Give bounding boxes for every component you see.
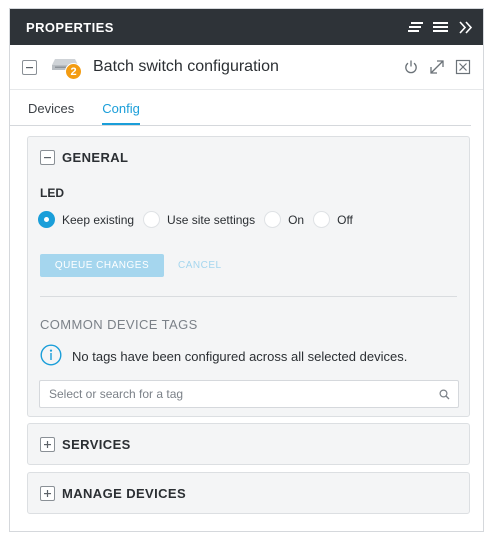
radio-label-on: On	[288, 212, 305, 227]
tags-info-text: No tags have been configured across all …	[72, 349, 408, 364]
search-icon	[439, 389, 450, 400]
queue-changes-button[interactable]: QUEUE CHANGES	[40, 254, 164, 277]
services-header[interactable]: SERVICES	[28, 424, 469, 464]
device-title: Batch switch configuration	[93, 58, 279, 75]
info-icon	[40, 344, 62, 369]
tab-devices[interactable]: Devices	[28, 101, 74, 125]
properties-header: PROPERTIES	[10, 9, 483, 45]
tab-bar: Devices Config	[10, 90, 471, 126]
radio-off[interactable]	[313, 211, 331, 228]
radio-on[interactable]	[264, 211, 282, 228]
properties-panel: PROPERTIES 2 Batch switch configuration	[9, 8, 484, 532]
close-icon[interactable]	[455, 59, 471, 75]
tab-config[interactable]: Config	[102, 101, 140, 125]
expand-services-icon[interactable]	[40, 436, 55, 452]
device-count-badge: 2	[65, 63, 82, 80]
tag-search-input[interactable]	[40, 381, 458, 407]
manage-devices-title: MANAGE DEVICES	[62, 485, 187, 501]
sort-lines-icon[interactable]	[407, 19, 423, 35]
manage-devices-section: MANAGE DEVICES	[27, 472, 470, 514]
collapse-device-button[interactable]	[22, 59, 37, 75]
cancel-button[interactable]: CANCEL	[178, 254, 222, 277]
switch-device-icon: 2	[49, 55, 83, 80]
section-divider	[40, 296, 457, 297]
radio-label-keep-existing: Keep existing	[62, 212, 135, 227]
radio-label-off: Off	[337, 212, 353, 227]
menu-icon[interactable]	[432, 19, 448, 35]
expand-icon[interactable]	[429, 59, 445, 75]
tag-search-field	[39, 380, 459, 408]
device-actions	[403, 59, 471, 75]
tags-info: No tags have been configured across all …	[40, 344, 407, 369]
collapse-panel-icon[interactable]	[457, 19, 473, 35]
general-section: GENERAL LED Keep existing Use site setti…	[27, 136, 470, 417]
led-label: LED	[40, 186, 64, 200]
services-section: SERVICES	[27, 423, 470, 465]
led-options: Keep existing Use site settings On Off	[38, 211, 362, 228]
general-title: GENERAL	[62, 149, 129, 165]
radio-use-site-settings[interactable]	[143, 211, 161, 228]
radio-label-use-site-settings: Use site settings	[167, 212, 256, 227]
power-icon[interactable]	[403, 59, 419, 75]
services-title: SERVICES	[62, 436, 131, 452]
device-row: 2 Batch switch configuration	[10, 45, 483, 90]
common-device-tags-title: COMMON DEVICE TAGS	[40, 317, 198, 332]
header-icons	[407, 19, 473, 35]
expand-manage-devices-icon[interactable]	[40, 485, 55, 501]
general-header[interactable]: GENERAL	[28, 137, 469, 177]
radio-keep-existing[interactable]	[38, 211, 55, 228]
panel-title: PROPERTIES	[26, 19, 114, 35]
collapse-general-icon[interactable]	[40, 149, 55, 165]
manage-devices-header[interactable]: MANAGE DEVICES	[28, 473, 469, 513]
